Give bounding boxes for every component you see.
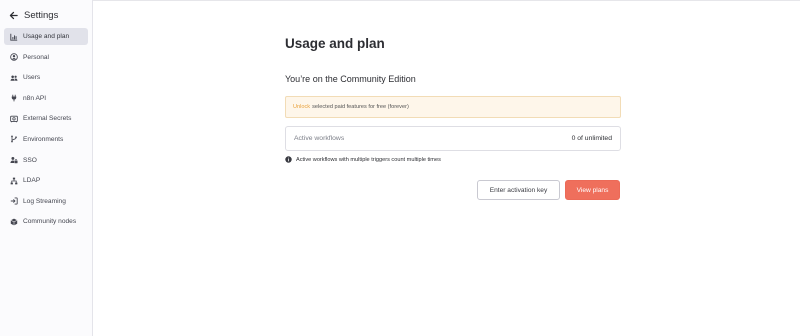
sidebar-header[interactable]: Settings: [9, 9, 58, 21]
sidebar-item-label: SSO: [23, 156, 37, 164]
unlock-link[interactable]: Unlock: [293, 104, 310, 110]
sidebar-item-environments[interactable]: Environments: [4, 131, 88, 148]
sidebar-item-users[interactable]: Users: [4, 69, 88, 86]
page-title: Usage and plan: [285, 36, 385, 51]
sidebar-item-personal[interactable]: Personal: [4, 49, 88, 66]
sidebar-item-label: Users: [23, 74, 41, 82]
arrow-left-icon[interactable]: [9, 11, 18, 20]
sidebar-item-label: Personal: [23, 53, 50, 61]
active-workflows-usage: Active workflows 0 of unlimited: [285, 126, 621, 151]
info-circle-icon: [285, 156, 292, 163]
sidebar-item-usage-and-plan[interactable]: Usage and plan: [4, 28, 88, 45]
bar-chart-icon: [9, 32, 18, 41]
usage-label: Active workflows: [294, 135, 345, 142]
cube-icon: [9, 217, 18, 226]
sidebar-title: Settings: [24, 9, 59, 21]
edition-heading: You’re on the Community Edition: [285, 74, 416, 84]
sidebar-item-external-secrets[interactable]: External Secrets: [4, 110, 88, 127]
info-note: Active workflows with multiple triggers …: [285, 156, 441, 163]
sidebar-item-label: n8n API: [23, 94, 47, 102]
settings-sidebar: Settings Usage and plan Personal Users n…: [0, 0, 93, 336]
enter-activation-key-button[interactable]: Enter activation key: [477, 180, 560, 200]
network-icon: [9, 176, 18, 185]
notice-text: selected paid features for free (forever…: [312, 104, 409, 110]
sidebar-item-community-nodes[interactable]: Community nodes: [4, 213, 88, 230]
top-divider: [0, 0, 800, 1]
info-text: Active workflows with multiple triggers …: [296, 156, 441, 163]
view-plans-button[interactable]: View plans: [565, 180, 620, 200]
user-circle-icon: [9, 53, 18, 62]
sign-in-icon: [9, 197, 18, 206]
sidebar-item-n8n-api[interactable]: n8n API: [4, 90, 88, 107]
sidebar-item-label: External Secrets: [23, 115, 72, 123]
sidebar-menu: Usage and plan Personal Users n8n API Ex…: [4, 28, 88, 234]
sidebar-item-label: Environments: [23, 135, 64, 143]
sidebar-item-label: Community nodes: [23, 218, 77, 226]
sidebar-item-log-streaming[interactable]: Log Streaming: [4, 193, 88, 210]
users-icon: [9, 73, 18, 82]
vault-icon: [9, 114, 18, 123]
code-branch-icon: [9, 135, 18, 144]
usage-value: 0 of unlimited: [571, 135, 612, 142]
sidebar-item-label: Log Streaming: [23, 197, 66, 205]
unlock-notice: Unlock selected paid features for free (…: [285, 96, 621, 118]
plug-icon: [9, 94, 18, 103]
sidebar-item-ldap[interactable]: LDAP: [4, 172, 88, 189]
sidebar-item-label: LDAP: [23, 177, 41, 185]
user-lock-icon: [9, 156, 18, 165]
sidebar-item-label: Usage and plan: [23, 33, 70, 40]
sidebar-item-sso[interactable]: SSO: [4, 152, 88, 169]
